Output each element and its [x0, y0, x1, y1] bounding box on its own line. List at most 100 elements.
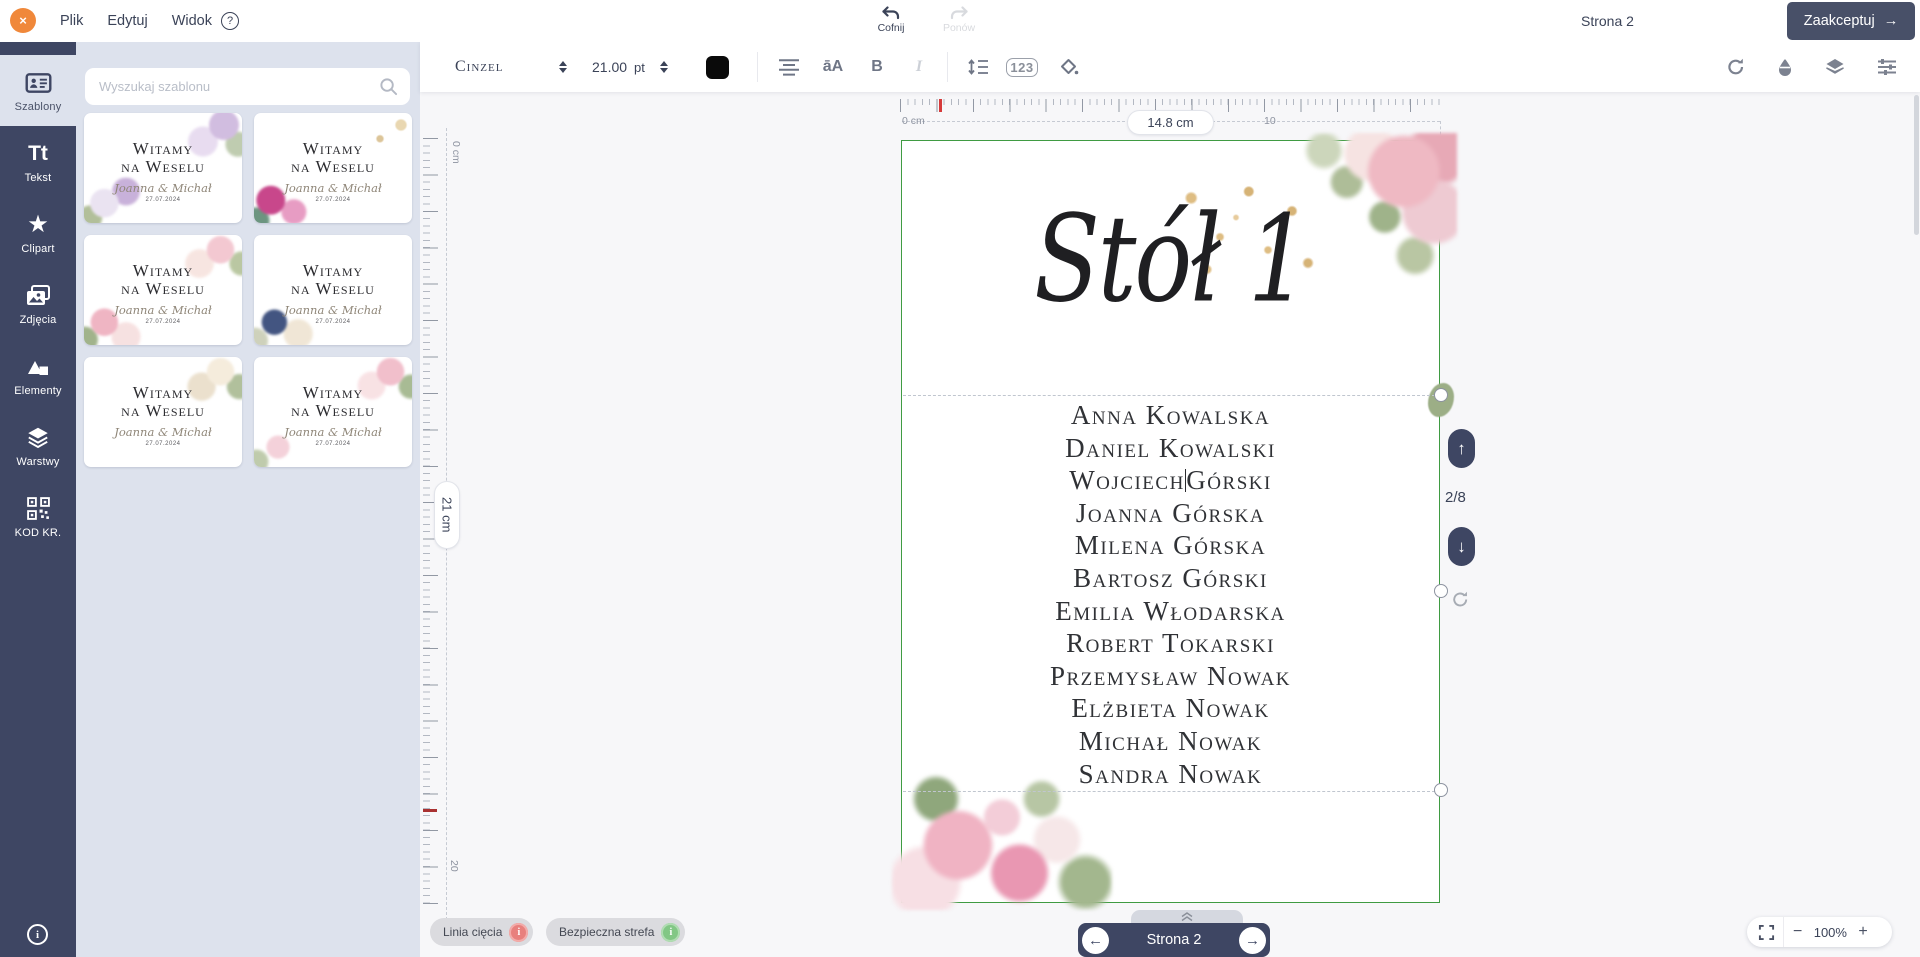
table-title-text[interactable]: Stół 1 [902, 189, 1439, 329]
template-card[interactable]: Witamy na Weselu Joanna & Michał 27.07.2… [84, 357, 242, 467]
guest-name[interactable]: Daniel Kowalski [902, 432, 1439, 465]
sidebar-item-templates[interactable]: Szablony [0, 55, 76, 126]
bold-button[interactable]: B [860, 42, 894, 92]
template-search [85, 68, 410, 105]
align-center-button[interactable] [772, 42, 806, 92]
accept-button[interactable]: Zaakceptuj → [1787, 2, 1915, 40]
template-title-line1: Witamy [303, 384, 363, 402]
guest-name[interactable]: Elżbieta Nowak [902, 692, 1439, 725]
template-date: 27.07.2024 [315, 441, 350, 447]
rotate-button[interactable] [1726, 57, 1746, 77]
menu-item-edit[interactable]: Edytuj [107, 13, 147, 29]
template-card[interactable]: Witamy na Weselu Joanna & Michał 27.07.2… [84, 113, 242, 223]
template-card[interactable]: Witamy na Weselu Joanna & Michał 27.07.2… [254, 357, 412, 467]
zoom-controls: − 100% + [1747, 917, 1892, 947]
menu-item-view[interactable]: Widok [172, 13, 212, 29]
fill-color-button[interactable] [1052, 42, 1086, 92]
opacity-button[interactable] [1776, 57, 1794, 77]
font-size-control[interactable]: 21.00 pt [592, 42, 668, 92]
letter-spacing-icon: āA [823, 58, 843, 76]
guest-name[interactable]: Michał Nowak [902, 725, 1439, 758]
accept-label: Zaakceptuj [1804, 13, 1875, 29]
cut-line-toggle[interactable]: Linia cięcia i [430, 918, 533, 946]
letter-spacing-button[interactable]: āA [816, 42, 850, 92]
spinner-icon[interactable] [559, 61, 567, 73]
template-card[interactable]: Witamy na Weselu Joanna & Michał 27.07.2… [254, 113, 412, 223]
previous-page-button[interactable]: ← [1082, 927, 1109, 954]
fit-to-screen-button[interactable] [1758, 924, 1775, 941]
template-card[interactable]: Witamy na Weselu Joanna & Michał 27.07.2… [84, 235, 242, 345]
resize-handle-middle[interactable] [1434, 584, 1448, 598]
guest-name[interactable]: Sandra Nowak [902, 758, 1439, 791]
star-icon: ★ [27, 211, 49, 239]
format-toolbar: Cinzel 21.00 pt āA B I 123 [420, 42, 1920, 92]
align-center-icon [777, 58, 801, 76]
line-spacing-icon [967, 58, 990, 76]
arrow-right-icon: → [1884, 13, 1899, 29]
rotate-icon [1726, 57, 1746, 77]
rotate-handle[interactable] [1451, 590, 1470, 614]
safe-zone-toggle[interactable]: Bezpieczna strefa i [546, 918, 685, 946]
close-button[interactable]: × [10, 8, 36, 33]
scrollbar[interactable] [1914, 95, 1919, 235]
font-family-select[interactable]: Cinzel [455, 42, 567, 92]
safe-zone-info-icon[interactable]: i [661, 923, 680, 942]
template-couple-names: Joanna & Michał [114, 181, 212, 195]
document-page[interactable]: Stół 1 Anna KowalskaDaniel KowalskiWojci… [901, 140, 1440, 903]
previous-object-button[interactable]: ↑ [1448, 429, 1475, 468]
zoom-out-button[interactable]: − [1784, 923, 1811, 941]
italic-button[interactable]: I [902, 42, 936, 92]
sidebar-item-text[interactable]: Tt Tekst [0, 126, 76, 197]
undo-button[interactable]: Cofnij [866, 4, 916, 34]
numbered-list-button[interactable]: 123 [1005, 42, 1039, 92]
search-input[interactable] [85, 79, 379, 94]
sidebar-item-elements[interactable]: Elementy [0, 339, 76, 410]
arrow-down-icon: ↓ [1457, 537, 1466, 557]
template-couple-names: Joanna & Michał [284, 181, 382, 195]
text-tool-icon: Tt [28, 140, 48, 168]
resize-handle-top[interactable] [1434, 388, 1448, 402]
page-nav-label: Strona 2 [1147, 932, 1202, 948]
sidebar-item-photos[interactable]: Zdjęcia [0, 268, 76, 339]
text-color-swatch[interactable] [706, 56, 729, 79]
adjustments-button[interactable] [1876, 57, 1898, 77]
sidebar-item-clipart[interactable]: ★ Clipart [0, 197, 76, 268]
resize-handle-bottom[interactable] [1434, 783, 1448, 797]
chevron-up-icon [1180, 912, 1194, 922]
template-card[interactable]: Witamy na Weselu Joanna & Michał 27.07.2… [254, 235, 412, 345]
redo-button[interactable]: Ponów [934, 4, 984, 34]
guest-name[interactable]: Robert Tokarski [902, 627, 1439, 660]
guest-name[interactable]: Milena Górska [902, 529, 1439, 562]
sidebar-item-qr-code[interactable]: KOD KR. [0, 481, 76, 552]
line-spacing-button[interactable] [961, 42, 995, 92]
next-object-button[interactable]: ↓ [1448, 527, 1475, 566]
numbered-list-icon: 123 [1006, 58, 1037, 77]
object-counter: 2/8 [1445, 489, 1466, 506]
bold-icon: B [871, 58, 883, 76]
top-bar: × Plik Edytuj Widok ? Cofnij Ponów Stron… [0, 0, 1920, 42]
guest-name[interactable]: WojciechGórski [902, 464, 1439, 497]
zoom-in-button[interactable]: + [1849, 923, 1876, 941]
template-title-line1: Witamy [133, 262, 193, 280]
info-button[interactable]: i [27, 924, 48, 945]
sidebar-item-layers[interactable]: Warstwy [0, 410, 76, 481]
guest-name[interactable]: Anna Kowalska [902, 399, 1439, 432]
info-icon: i [36, 929, 39, 941]
layers-order-button[interactable] [1824, 57, 1846, 77]
cut-line-info-icon[interactable]: i [509, 923, 528, 942]
sidebar-item-label: Zdjęcia [20, 314, 57, 326]
menu-bar: Plik Edytuj Widok [60, 0, 212, 42]
guest-list-text[interactable]: Anna KowalskaDaniel KowalskiWojciechGórs… [902, 399, 1439, 790]
redo-icon [949, 6, 969, 21]
guest-name[interactable]: Emilia Włodarska [902, 595, 1439, 628]
sidebar-item-label: KOD KR. [15, 527, 62, 539]
template-couple-names: Joanna & Michał [114, 425, 212, 439]
next-page-button[interactable]: → [1239, 927, 1266, 954]
guest-name[interactable]: Joanna Górska [902, 497, 1439, 530]
guest-name[interactable]: Bartosz Górski [902, 562, 1439, 595]
search-icon [379, 77, 398, 96]
help-button[interactable]: ? [221, 12, 239, 30]
guest-name[interactable]: Przemysław Nowak [902, 660, 1439, 693]
spinner-icon[interactable] [660, 61, 668, 73]
menu-item-file[interactable]: Plik [60, 13, 83, 29]
